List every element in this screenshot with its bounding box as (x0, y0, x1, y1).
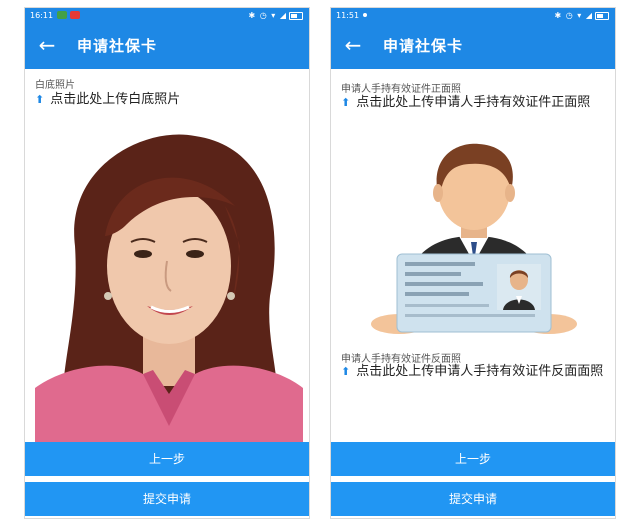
page-title: 申请社保卡 (77, 37, 158, 55)
phone-screen-right: 11:51 ✱ ◷ ▾ ◢ ← 申请社保卡 申请人手持有效证件正面照 ⬆ 点击此处… (330, 7, 616, 519)
upload-arrow-icon: ⬆ (341, 365, 351, 378)
upload-back-id-text: 点击此处上传申请人手持有效证件反面面照 (356, 364, 604, 379)
status-bar: 11:51 ✱ ◷ ▾ ◢ (331, 8, 615, 23)
submit-application-button[interactable]: 提交申请 (331, 482, 615, 516)
page-title: 申请社保卡 (383, 37, 464, 55)
previous-step-button[interactable]: 上一步 (25, 442, 309, 476)
upload-front-id-text: 点击此处上传申请人手持有效证件正面照 (356, 95, 591, 110)
upload-white-photo-link[interactable]: ⬆ 点击此处上传白底照片 (35, 90, 301, 110)
upload-back-id-link[interactable]: ⬆ 点击此处上传申请人手持有效证件反面面照 (341, 362, 607, 382)
app-bar: ← 申请社保卡 (331, 23, 615, 69)
back-arrow-icon[interactable]: ← (35, 34, 59, 58)
upload-arrow-icon: ⬆ (35, 93, 45, 106)
app-notification-icon (70, 11, 80, 19)
battery-icon (595, 11, 609, 20)
phone-screen-left: 16:11 ✱ ◷ ▾ ◢ ← 申请社保卡 白底照片 ⬆ 点击此处上传白底照片 (24, 7, 310, 519)
status-time: 16:11 (30, 11, 54, 20)
wechat-notification-icon (57, 11, 67, 19)
previous-step-button[interactable]: 上一步 (331, 442, 615, 476)
battery-icon (289, 11, 303, 20)
uploaded-portrait-photo (35, 134, 303, 444)
app-bar: ← 申请社保卡 (25, 23, 309, 69)
submit-application-button[interactable]: 提交申请 (25, 482, 309, 516)
person-holding-id-card-illustration (371, 143, 577, 334)
upload-front-id-link[interactable]: ⬆ 点击此处上传申请人手持有效证件正面照 (341, 93, 607, 113)
notification-dot-icon (363, 13, 367, 17)
status-bar: 16:11 ✱ ◷ ▾ ◢ (25, 8, 309, 23)
status-icons: ✱ ◷ ▾ ◢ (555, 10, 609, 21)
upload-arrow-icon: ⬆ (341, 96, 351, 109)
upload-white-photo-text: 点击此处上传白底照片 (50, 92, 181, 107)
status-icons: ✱ ◷ ▾ ◢ (249, 10, 303, 21)
status-time: 11:51 (336, 11, 360, 20)
white-photo-label: 白底照片 (35, 80, 75, 91)
back-arrow-icon[interactable]: ← (341, 34, 365, 58)
